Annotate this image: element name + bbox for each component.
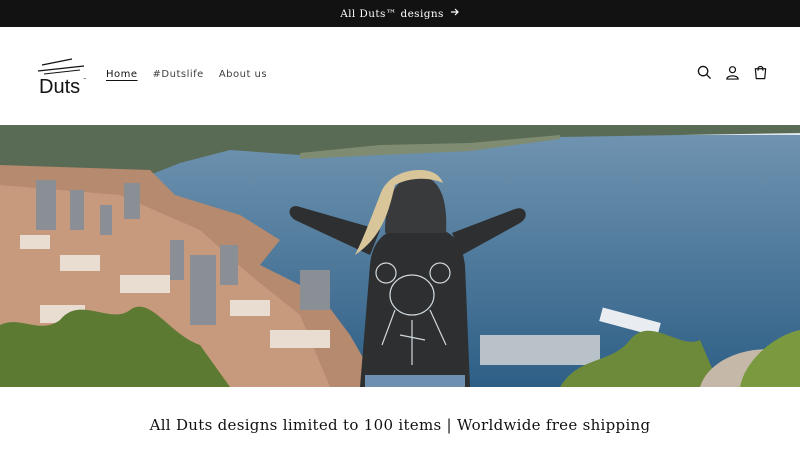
main-nav: Home #Dutslife About us [106,69,267,80]
header-icons [697,65,768,80]
hero-image [0,125,800,387]
tagline: All Duts designs limited to 100 items | … [149,416,651,434]
site-header: Duts ™ Home #Dutslife About us [0,27,800,125]
arrow-right-icon [450,7,460,20]
announcement-text: All Duts™ designs [340,7,444,20]
logo-text: Duts [39,76,80,97]
nav-item-dutslife[interactable]: #Dutslife [153,69,204,80]
cart-icon[interactable] [753,65,768,80]
svg-text:™: ™ [83,77,87,82]
account-icon[interactable] [725,65,740,80]
hero-banner[interactable] [0,125,800,387]
duts-logo[interactable]: Duts ™ [36,57,90,97]
nav-item-home[interactable]: Home [106,69,138,80]
nav-item-about-us[interactable]: About us [219,69,267,80]
announcement-bar[interactable]: All Duts™ designs [0,0,800,27]
search-icon[interactable] [697,65,712,80]
